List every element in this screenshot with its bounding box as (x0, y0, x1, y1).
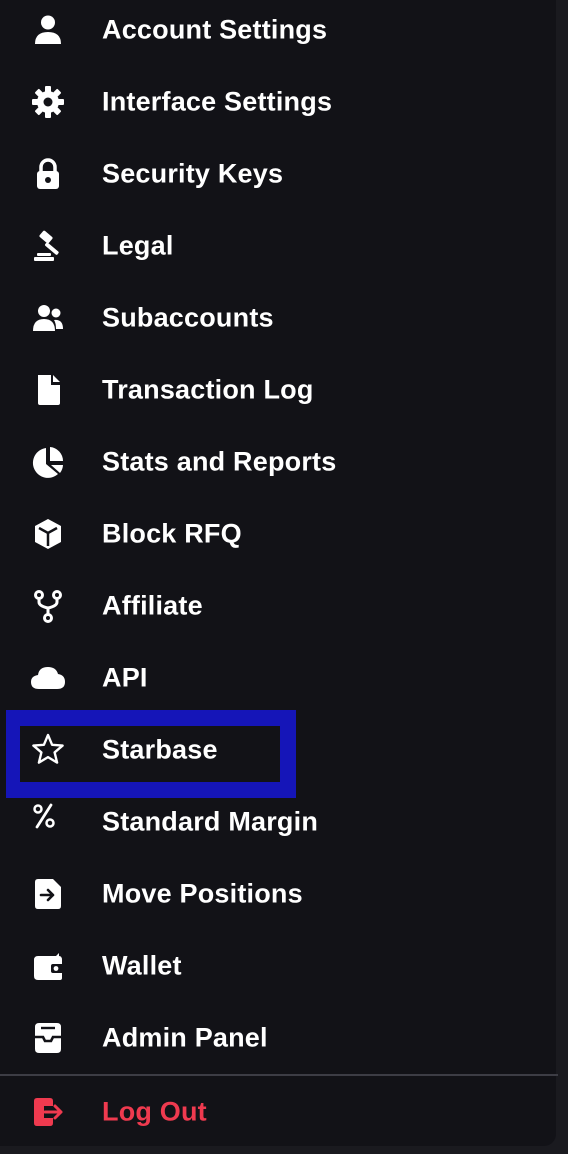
menu-item-legal[interactable]: Legal (0, 210, 556, 282)
menu-item-wallet[interactable]: Wallet (0, 930, 556, 1002)
menu-item-label: Subaccounts (102, 302, 274, 333)
menu-panel: Account Settings Interface Settings Secu… (0, 0, 558, 1148)
users-icon (30, 300, 66, 336)
logout-button[interactable]: Log Out (0, 1076, 556, 1148)
menu-item-stats-and-reports[interactable]: Stats and Reports (0, 426, 556, 498)
menu-item-label: Affiliate (102, 590, 203, 621)
move-file-icon (30, 876, 66, 912)
menu-item-label: Standard Margin (102, 806, 319, 837)
menu-item-label: Admin Panel (102, 1022, 268, 1053)
menu-item-block-rfq[interactable]: Block RFQ (0, 498, 556, 570)
menu-item-standard-margin[interactable]: Standard Margin (0, 786, 556, 858)
percent-icon (30, 800, 66, 836)
menu-item-label: Security Keys (102, 158, 284, 189)
menu-item-starbase[interactable]: Starbase (0, 714, 556, 786)
gavel-icon (30, 228, 66, 264)
menu-item-label: Wallet (102, 950, 182, 981)
file-icon (30, 372, 66, 408)
gear-icon (30, 84, 66, 120)
menu-item-label: Stats and Reports (102, 446, 337, 477)
user-icon (30, 12, 66, 48)
menu-item-admin-panel[interactable]: Admin Panel (0, 1002, 556, 1074)
logout-label: Log Out (102, 1096, 207, 1127)
cube-icon (30, 516, 66, 552)
pie-chart-icon (30, 444, 66, 480)
menu-item-label: Block RFQ (102, 518, 242, 549)
wallet-icon (30, 948, 66, 984)
menu-item-label: Transaction Log (102, 374, 314, 405)
menu-item-api[interactable]: API (0, 642, 556, 714)
menu-item-label: API (102, 662, 148, 693)
star-icon (30, 732, 66, 768)
cloud-icon (30, 660, 66, 696)
lock-icon (30, 156, 66, 192)
fork-icon (30, 588, 66, 624)
menu-item-label: Account Settings (102, 14, 328, 45)
menu-item-label: Starbase (102, 734, 218, 765)
inbox-icon (30, 1020, 66, 1056)
menu-item-transaction-log[interactable]: Transaction Log (0, 354, 556, 426)
menu-item-label: Interface Settings (102, 86, 333, 117)
menu-item-affiliate[interactable]: Affiliate (0, 570, 556, 642)
logout-icon (30, 1094, 66, 1130)
menu-item-move-positions[interactable]: Move Positions (0, 858, 556, 930)
menu-item-subaccounts[interactable]: Subaccounts (0, 282, 556, 354)
menu-item-security-keys[interactable]: Security Keys (0, 138, 556, 210)
menu-item-account-settings[interactable]: Account Settings (0, 0, 556, 66)
menu-item-interface-settings[interactable]: Interface Settings (0, 66, 556, 138)
menu-item-label: Legal (102, 230, 174, 261)
menu-item-label: Move Positions (102, 878, 303, 909)
